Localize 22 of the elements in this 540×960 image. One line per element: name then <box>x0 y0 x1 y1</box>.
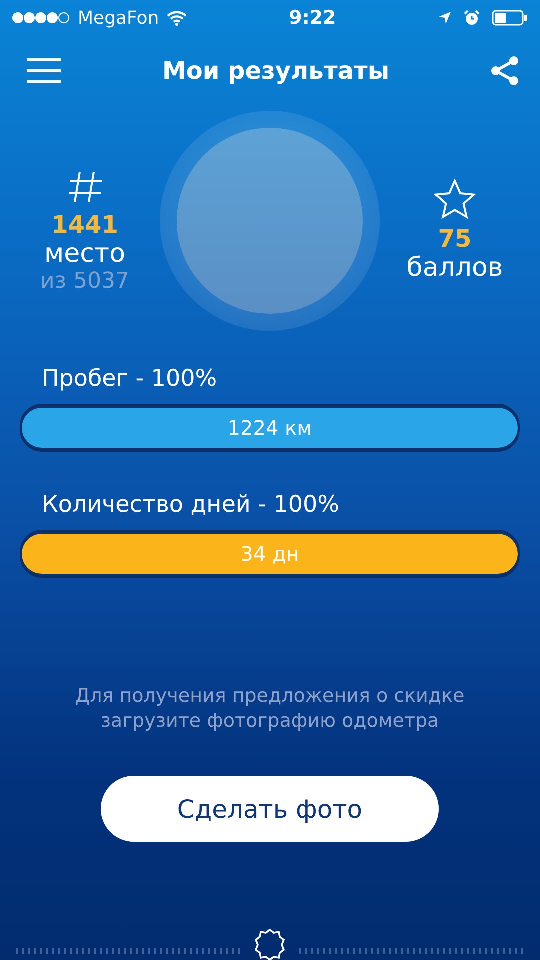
location-icon <box>438 11 452 25</box>
alarm-icon <box>464 10 480 26</box>
share-button[interactable] <box>490 56 520 86</box>
wifi-icon <box>167 10 188 26</box>
clock-time: 9:22 <box>288 7 336 29</box>
stat-label: место <box>44 238 126 268</box>
progress-reading: 1224 км <box>228 416 312 440</box>
progress-reading: 34 дн <box>240 542 300 566</box>
progress-label: Количество дней - 100% <box>41 492 340 518</box>
stat-value: 1441 <box>52 210 118 238</box>
battery-icon <box>492 10 528 26</box>
screen-title: Мои результаты <box>162 57 390 85</box>
signal-icon <box>12 12 70 24</box>
star-icon <box>434 179 476 219</box>
menu-button[interactable] <box>26 58 62 84</box>
hint-text: Для получения предложения о скидке загрузите фотографию одометра <box>74 684 466 734</box>
stat-label: баллов <box>406 253 504 283</box>
take-photo-button[interactable]: Сделать фото <box>101 776 439 842</box>
stat-value: 75 <box>438 225 472 253</box>
progress-label: Пробег - 100% <box>41 366 218 392</box>
stat-total: из 5037 <box>40 268 130 294</box>
carrier-name: MegaFon <box>78 8 160 28</box>
